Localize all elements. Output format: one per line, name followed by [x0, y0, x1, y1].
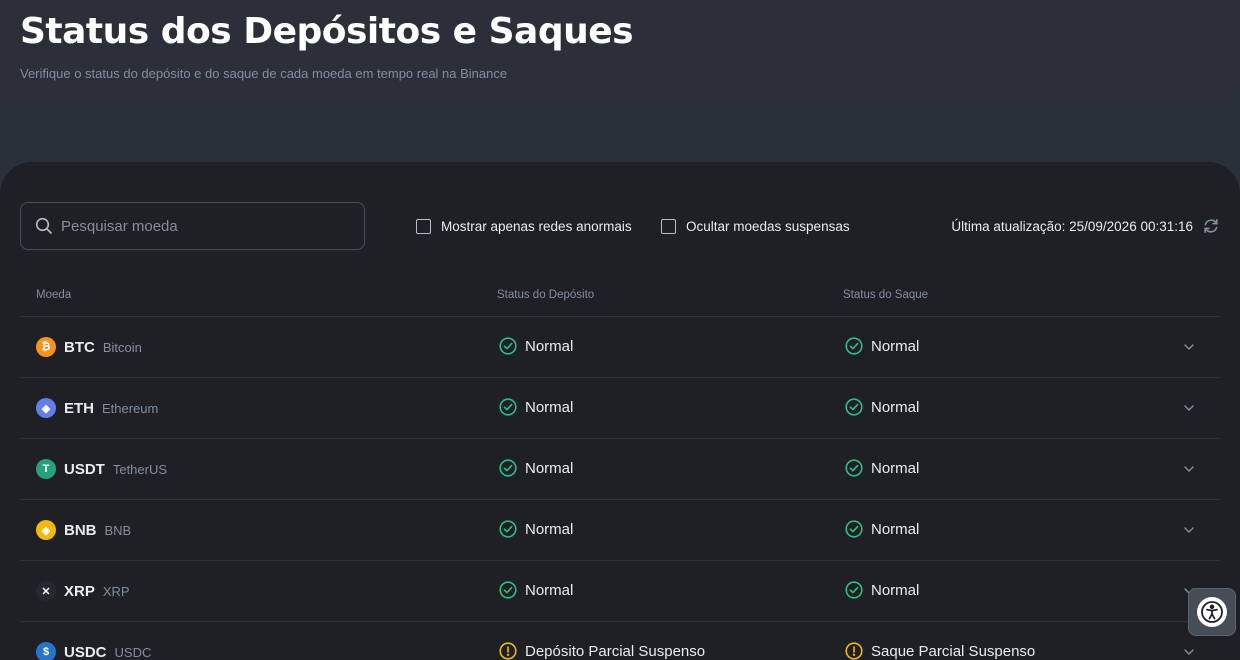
deposit-status-text: Normal [525, 398, 574, 416]
withdraw-status-text: Normal [871, 337, 920, 355]
filter-abnormal-label: Mostrar apenas redes anormais [441, 218, 632, 234]
check-circle-icon [499, 398, 517, 416]
withdraw-status: Normal [845, 520, 919, 538]
deposit-status: Depósito Parcial Suspenso [499, 642, 705, 660]
column-withdraw-status: Status do Saque [843, 289, 929, 301]
withdraw-status-text: Normal [871, 459, 920, 477]
check-circle-icon [499, 520, 517, 538]
coin-name: XRP [102, 583, 130, 599]
check-circle-icon [845, 459, 863, 477]
table-row[interactable]: ◆ ETH Ethereum Normal Normal [20, 378, 1220, 439]
chevron-down-icon[interactable] [1182, 340, 1196, 354]
check-circle-icon [499, 459, 517, 477]
table-row[interactable]: ₿ BTC Bitcoin Normal Normal [20, 317, 1220, 378]
deposit-status: Normal [499, 459, 573, 477]
coin-cell: ◈ BNB BNB [36, 520, 131, 540]
table-row[interactable]: T USDT TetherUS Normal Normal [20, 439, 1220, 500]
chevron-down-icon[interactable] [1182, 645, 1196, 659]
coin-name: TetherUS [112, 461, 168, 477]
withdraw-status: Normal [845, 398, 919, 416]
deposit-status: Normal [499, 520, 573, 538]
check-circle-icon [499, 581, 517, 599]
filter-abnormal-networks[interactable]: Mostrar apenas redes anormais [416, 202, 632, 250]
status-table: Moeda Status do Depósito Status do Saque… [20, 280, 1220, 660]
page-title: Status dos Depósitos e Saques [20, 11, 634, 52]
deposit-status: Normal [499, 398, 573, 416]
coin-cell: $ USDC USDC [36, 642, 151, 660]
check-circle-icon [845, 398, 863, 416]
status-panel: Mostrar apenas redes anormais Ocultar mo… [0, 162, 1240, 660]
deposit-status: Normal [499, 581, 573, 599]
filter-suspended-label: Ocultar moedas suspensas [686, 218, 850, 234]
bitcoin-icon: ₿ [36, 337, 56, 357]
coin-symbol: USDT [64, 460, 105, 478]
filter-abnormal-checkbox[interactable] [416, 218, 431, 234]
refresh-icon[interactable] [1202, 217, 1220, 235]
withdraw-status: Normal [845, 337, 919, 355]
bnb-icon: ◈ [36, 520, 56, 540]
table-body: ₿ BTC Bitcoin Normal Normal ◆ ETH Ethereum Norma… [20, 317, 1220, 660]
coin-name: BNB [104, 522, 132, 538]
check-circle-icon [845, 581, 863, 599]
filter-suspended-checkbox[interactable] [661, 218, 676, 234]
xrp-icon: ✕ [36, 581, 56, 601]
withdraw-status: Normal [845, 459, 919, 477]
accessibility-icon [1197, 597, 1227, 627]
withdraw-status: Saque Parcial Suspenso [845, 642, 1035, 660]
deposit-status-text: Normal [525, 520, 574, 538]
table-row[interactable]: ◈ BNB BNB Normal Normal [20, 500, 1220, 561]
page-subtitle: Verifique o status do depósito e do saqu… [20, 66, 508, 81]
last-update: Última atualização: 25/09/2026 00:31:16 [951, 202, 1220, 250]
accessibility-button[interactable] [1188, 588, 1236, 636]
coin-symbol: XRP [64, 582, 95, 600]
warning-circle-icon [499, 642, 517, 660]
coin-cell: ₿ BTC Bitcoin [36, 337, 142, 357]
coin-name: USDC [114, 644, 152, 660]
coin-cell: ◆ ETH Ethereum [36, 398, 158, 418]
warning-circle-icon [845, 642, 863, 660]
coin-name: Bitcoin [102, 339, 142, 355]
coin-cell: ✕ XRP XRP [36, 581, 130, 601]
table-row[interactable]: $ USDC USDC Depósito Parcial Suspenso Saque … [20, 622, 1220, 660]
ethereum-icon: ◆ [36, 398, 56, 418]
check-circle-icon [845, 337, 863, 355]
usdc-icon: $ [36, 642, 56, 660]
withdraw-status-text: Normal [871, 520, 920, 538]
filter-hide-suspended[interactable]: Ocultar moedas suspensas [661, 202, 850, 250]
coin-symbol: ETH [64, 399, 94, 417]
withdraw-status: Normal [845, 581, 919, 599]
deposit-status: Normal [499, 337, 573, 355]
deposit-status-text: Normal [525, 337, 574, 355]
search-icon [35, 217, 53, 235]
column-deposit-status: Status do Depósito [497, 289, 595, 301]
table-row[interactable]: ✕ XRP XRP Normal Normal [20, 561, 1220, 622]
table-header: Moeda Status do Depósito Status do Saque [20, 280, 1220, 317]
withdraw-status-text: Saque Parcial Suspenso [871, 642, 1036, 660]
check-circle-icon [499, 337, 517, 355]
chevron-down-icon[interactable] [1182, 462, 1196, 476]
coin-cell: T USDT TetherUS [36, 459, 167, 479]
coin-symbol: BNB [64, 521, 97, 539]
tether-icon: T [36, 459, 56, 479]
chevron-down-icon[interactable] [1182, 523, 1196, 537]
coin-symbol: BTC [64, 338, 95, 356]
search-input[interactable] [61, 217, 341, 235]
deposit-status-text: Depósito Parcial Suspenso [525, 642, 706, 660]
last-update-text: Última atualização: 25/09/2026 00:31:16 [951, 218, 1193, 234]
column-coin: Moeda [36, 289, 72, 301]
toolbar: Mostrar apenas redes anormais Ocultar mo… [20, 202, 1220, 250]
search-box[interactable] [20, 202, 365, 250]
coin-name: Ethereum [102, 400, 159, 416]
coin-symbol: USDC [64, 643, 107, 660]
deposit-status-text: Normal [525, 581, 574, 599]
withdraw-status-text: Normal [871, 398, 920, 416]
page-header: Status dos Depósitos e Saques Verifique … [20, 10, 634, 81]
chevron-down-icon[interactable] [1182, 401, 1196, 415]
check-circle-icon [845, 520, 863, 538]
deposit-status-text: Normal [525, 459, 574, 477]
withdraw-status-text: Normal [871, 581, 920, 599]
